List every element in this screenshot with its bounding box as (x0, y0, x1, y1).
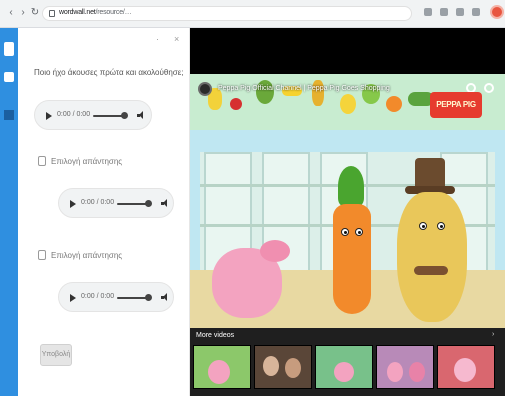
extension-icon[interactable] (440, 8, 448, 16)
video-title[interactable]: Peppa Pig Official Channel | Peppa Pig G… (218, 85, 390, 92)
submit-button[interactable]: Υποβολή (40, 344, 72, 366)
video-thumbnail[interactable] (376, 345, 434, 389)
more-videos-label: More videos (196, 332, 235, 339)
back-arrow-icon[interactable]: ‹ (6, 8, 16, 18)
extension-icon[interactable] (472, 8, 480, 16)
browser-toolbar: ‹ › ↻ wordwall.net/resource/… (0, 0, 505, 28)
eye (355, 228, 363, 236)
channel-avatar[interactable] (198, 82, 212, 96)
share-icon[interactable] (484, 83, 494, 93)
volume-icon[interactable] (161, 199, 168, 208)
mr-potato-character (397, 192, 467, 322)
url-text: wordwall.net/resource/… (59, 9, 132, 16)
video-thumbnail[interactable] (437, 345, 495, 389)
answer-label: Επιλογή απάντησης (51, 157, 123, 166)
eye (437, 222, 445, 230)
answer-checkbox[interactable] (38, 250, 46, 260)
carrot-leaves (338, 166, 364, 206)
answer-checkbox[interactable] (38, 156, 46, 166)
pig-snout (260, 240, 290, 262)
progress-track[interactable] (117, 203, 147, 205)
audio-player[interactable]: 0:00 / 0:00 (58, 188, 174, 218)
audio-time: 0:00 / 0:00 (57, 111, 91, 118)
forward-arrow-icon[interactable]: › (18, 8, 28, 18)
pin-icon[interactable]: · (156, 34, 159, 44)
left-sidebar (0, 28, 18, 396)
audio-time: 0:00 / 0:00 (81, 293, 115, 300)
tool-icon[interactable] (4, 110, 14, 120)
more-videos-close-icon[interactable]: › (492, 331, 494, 338)
video-thumbnail[interactable] (254, 345, 312, 389)
answer-label: Επιλογή απάντησης (51, 251, 123, 260)
progress-knob[interactable] (145, 200, 152, 207)
address-bar[interactable]: wordwall.net/resource/… (42, 6, 412, 21)
question-title: Ποιο ήχο άκουσες πρώτα και ακολούθησε; (34, 68, 184, 77)
video-letterbox (190, 28, 505, 74)
menu-icon[interactable] (4, 42, 14, 56)
audio-player[interactable]: 0:00 / 0:00 (58, 282, 174, 312)
question-panel: · × Ποιο ήχο άκουσες πρώτα και ακολούθησ… (18, 28, 190, 396)
progress-knob[interactable] (145, 294, 152, 301)
progress-track[interactable] (93, 115, 123, 117)
reload-icon[interactable]: ↻ (30, 8, 40, 18)
extension-icon[interactable] (424, 8, 432, 16)
play-icon[interactable] (70, 294, 76, 302)
video-thumbnail[interactable] (193, 345, 251, 389)
lock-icon (49, 10, 55, 17)
close-icon[interactable]: × (174, 34, 179, 44)
extension-icon[interactable] (456, 8, 464, 16)
play-icon[interactable] (46, 112, 52, 120)
peppa-pig-logo: PEPPA PIG (430, 92, 482, 118)
profile-avatar[interactable] (490, 5, 504, 19)
progress-track[interactable] (117, 297, 147, 299)
more-videos-bar: More videos › (190, 328, 505, 396)
eye (341, 228, 349, 236)
play-icon[interactable] (70, 200, 76, 208)
carrot-character (333, 204, 371, 314)
eye (419, 222, 427, 230)
page-icon[interactable] (4, 72, 14, 82)
audio-player[interactable]: 0:00 / 0:00 (34, 100, 152, 130)
video-player[interactable]: Peppa Pig Official Channel | Peppa Pig G… (190, 28, 505, 396)
volume-icon[interactable] (137, 111, 144, 120)
video-thumbnail[interactable] (315, 345, 373, 389)
volume-icon[interactable] (161, 293, 168, 302)
mustache (414, 266, 448, 275)
audio-time: 0:00 / 0:00 (81, 199, 115, 206)
progress-knob[interactable] (121, 112, 128, 119)
